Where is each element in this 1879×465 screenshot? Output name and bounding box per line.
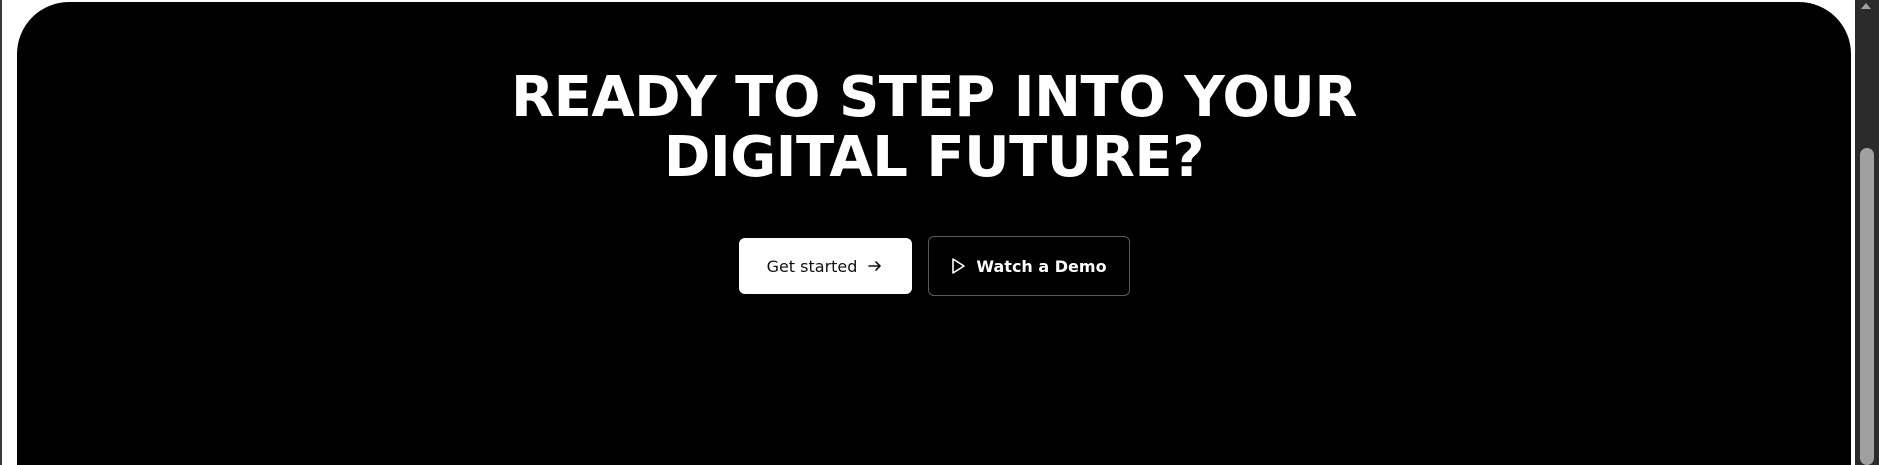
get-started-button[interactable]: Get started — [738, 238, 912, 294]
cta-button-row: Get started Watch a Demo — [17, 236, 1851, 296]
scrollbar-thumb[interactable] — [1860, 148, 1874, 465]
scroll-up-arrow-icon[interactable] — [1861, 3, 1871, 9]
play-icon — [950, 257, 966, 275]
watch-demo-label: Watch a Demo — [976, 256, 1107, 276]
window-left-edge — [0, 0, 2, 465]
vertical-scrollbar[interactable] — [1855, 0, 1879, 465]
get-started-label: Get started — [766, 256, 858, 276]
arrow-right-icon — [867, 258, 883, 274]
page: READY TO STEP INTO YOUR DIGITAL FUTURE? … — [0, 0, 1879, 465]
cta-headline: READY TO STEP INTO YOUR DIGITAL FUTURE? — [17, 68, 1851, 188]
watch-demo-button[interactable]: Watch a Demo — [927, 236, 1130, 296]
cta-headline-line-1: READY TO STEP INTO YOUR — [510, 65, 1358, 130]
cta-section: READY TO STEP INTO YOUR DIGITAL FUTURE? … — [17, 2, 1851, 465]
cta-headline-line-2: DIGITAL FUTURE? — [663, 125, 1205, 190]
